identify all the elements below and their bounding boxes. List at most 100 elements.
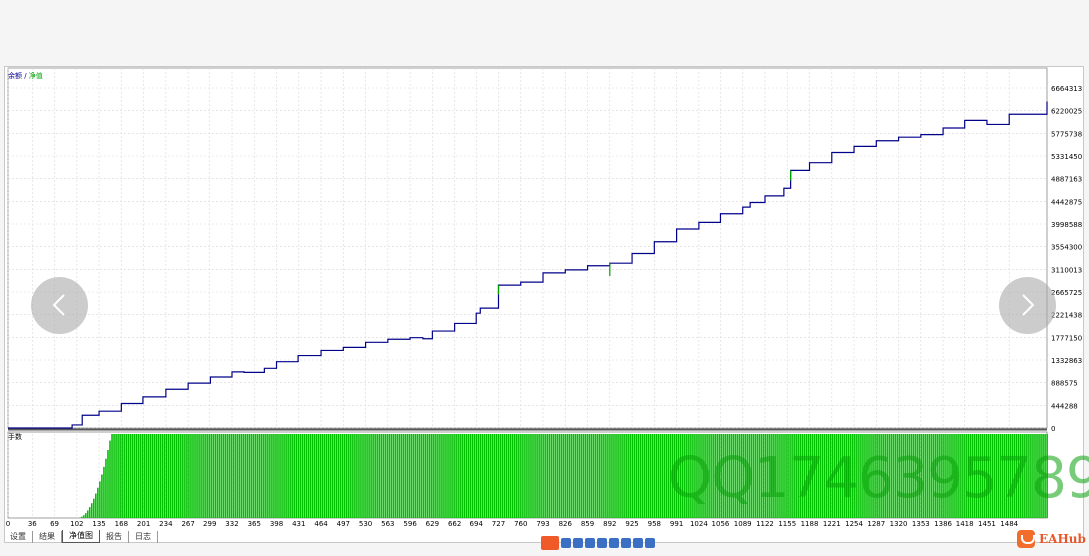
volume-bar (475, 434, 478, 518)
x-tick-label: 168 (115, 520, 128, 528)
volume-bar (542, 434, 544, 518)
y-tick-label: 1777150 (1051, 334, 1082, 342)
volume-bar (238, 434, 241, 518)
volume-bar (173, 434, 176, 518)
keyboard-icon[interactable] (609, 538, 619, 548)
x-tick-label: 299 (203, 520, 216, 528)
volume-bar (499, 434, 502, 518)
volume-bar (623, 434, 625, 518)
volume-bar (424, 434, 427, 518)
toolbox-icon[interactable] (645, 538, 655, 548)
tab-report[interactable]: 报告 (100, 531, 129, 543)
skin-icon[interactable] (633, 538, 643, 548)
next-slide-button[interactable] (999, 277, 1056, 334)
volume-bar (586, 434, 589, 518)
volume-bar (615, 434, 617, 518)
volume-bar (588, 434, 591, 518)
punctuation-icon[interactable] (573, 538, 583, 548)
volume-bar (358, 434, 360, 518)
tab-equity-graph[interactable]: 净值图 (62, 530, 100, 543)
volume-bar (218, 434, 221, 518)
volume-bar (145, 434, 148, 518)
volume-bar (254, 434, 257, 518)
volume-bar (402, 434, 405, 518)
volume-bar (406, 434, 409, 518)
volume-bar (574, 434, 577, 518)
volume-bar (198, 434, 200, 518)
volume-bar (129, 434, 132, 518)
volume-bar (287, 434, 289, 518)
x-tick-label: 1188 (801, 520, 819, 528)
volume-bar (107, 449, 109, 518)
chinese-mode-icon[interactable] (561, 538, 571, 548)
volume-bar (333, 434, 336, 518)
volume-bar (641, 434, 644, 518)
volume-bar (599, 434, 601, 518)
volume-bar (289, 434, 291, 518)
volume-bar (633, 434, 636, 518)
volume-bar (368, 434, 370, 518)
volume-bar (137, 434, 140, 518)
volume-bar (495, 434, 498, 518)
microphone-icon[interactable] (597, 538, 607, 548)
volume-bar (95, 493, 97, 518)
volume-bar (449, 434, 451, 518)
volume-bar (447, 434, 449, 518)
volume-bar (437, 434, 439, 518)
main-plot-area (7, 67, 1048, 429)
emoji-icon[interactable] (585, 538, 595, 548)
volume-bar (661, 434, 664, 518)
volume-bar (299, 434, 302, 518)
volume-bar (325, 434, 328, 518)
volume-bar (629, 434, 631, 518)
tab-settings[interactable]: 设置 (4, 531, 33, 543)
volume-bar (509, 434, 512, 518)
tab-journal[interactable]: 日志 (129, 531, 158, 543)
volume-bar (84, 513, 87, 518)
x-tick-label: 892 (603, 520, 616, 528)
volume-bar (350, 434, 352, 518)
volume-bar (348, 434, 350, 518)
user-icon[interactable] (621, 538, 631, 548)
volume-bar (228, 434, 231, 518)
volume-bar (522, 434, 524, 518)
volume-bar (135, 434, 138, 518)
volume-bar (461, 434, 463, 518)
volume-bar (479, 434, 482, 518)
volume-bar (343, 434, 346, 518)
volume-bar (234, 434, 237, 518)
volume-bar (331, 434, 334, 518)
volume-bar (111, 434, 113, 518)
y-tick-label: 888575 (1051, 380, 1078, 388)
prev-slide-button[interactable] (31, 277, 88, 334)
x-tick-label: 398 (270, 520, 283, 528)
volume-bar (297, 434, 300, 518)
volume-bar (293, 434, 295, 518)
volume-bar (327, 434, 330, 518)
volume-bar (592, 434, 595, 518)
volume-bar (463, 434, 466, 518)
volume-bar (607, 434, 609, 518)
volume-bar (481, 434, 484, 518)
volume-bar (548, 434, 551, 518)
y-tick-label: 5775738 (1051, 130, 1082, 138)
volume-bar (263, 434, 265, 518)
input-method-icon[interactable] (541, 536, 559, 550)
volume-bar (141, 434, 144, 518)
volume-bar (311, 434, 314, 518)
tab-results[interactable]: 结果 (33, 531, 62, 543)
x-tick-label: 1418 (956, 520, 974, 528)
volume-bar (501, 434, 504, 518)
volume-bar (544, 434, 546, 518)
volume-bar (271, 434, 273, 518)
volume-bar (455, 434, 457, 518)
volume-bar (224, 434, 227, 518)
volume-bar (655, 434, 658, 518)
volume-bar (568, 434, 571, 518)
volume-bar (594, 434, 597, 518)
volume-bar (473, 434, 476, 518)
volume-bar (86, 510, 89, 518)
volume-bar (566, 434, 569, 518)
volume-bar (178, 434, 180, 518)
volume-bar (246, 434, 249, 518)
